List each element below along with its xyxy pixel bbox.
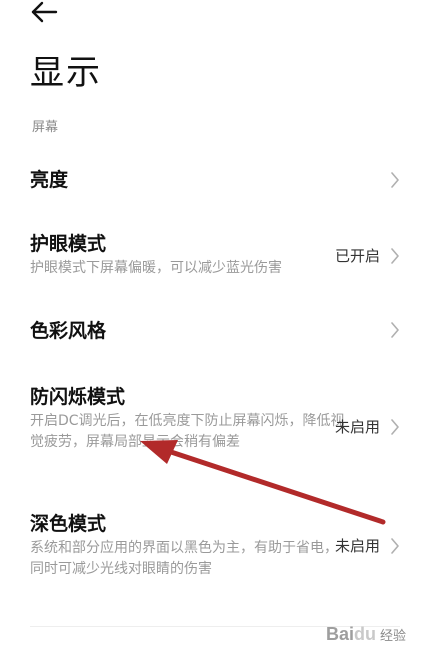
dark-mode-description: 系统和部分应用的界面以黑色为主，有助于省电，同时可减少光线对眼睛的伤害 — [30, 540, 338, 577]
anti-flicker-mode-description: 开启DC调光后，在低亮度下防止屏幕闪烁，降低视觉疲劳，屏幕局部显示会稍有偏差 — [30, 413, 345, 450]
chevron-right-icon — [391, 419, 399, 435]
chevron-right-icon — [391, 172, 399, 188]
page-title: 显示 — [30, 53, 102, 93]
anti-flicker-mode-status: 未启用 — [334, 418, 380, 436]
dark-mode-row[interactable]: 深色模式 系统和部分应用的界面以黑色为主，有助于省电，同时可减少光线对眼睛的伤害… — [0, 508, 428, 583]
watermark-site-text: 经验 — [379, 629, 406, 644]
watermark: Baidu 经验 — [326, 624, 406, 645]
anti-flicker-mode-title: 防闪烁模式 — [30, 386, 126, 408]
watermark-logo: Baidu — [326, 624, 376, 645]
color-style-row[interactable]: 色彩风格 — [0, 312, 428, 352]
color-style-title: 色彩风格 — [30, 320, 107, 342]
dark-mode-status: 未启用 — [334, 537, 380, 555]
chevron-right-icon — [391, 322, 399, 338]
eye-care-mode-status: 已开启 — [334, 247, 380, 265]
eye-care-mode-title: 护眼模式 — [30, 233, 107, 255]
back-arrow-icon — [31, 1, 58, 23]
brightness-title: 亮度 — [30, 169, 69, 191]
watermark-brand-suffix: du — [353, 624, 376, 644]
section-header-screen: 屏幕 — [32, 120, 59, 135]
watermark-brand-text: Bai — [325, 624, 354, 644]
display-settings-screen: { "header": { "back_icon": "back-arrow-i… — [0, 0, 428, 659]
anti-flicker-mode-row[interactable]: 防闪烁模式 开启DC调光后，在低亮度下防止屏幕闪烁，降低视觉疲劳，屏幕局部显示会… — [0, 380, 428, 475]
chevron-right-icon — [391, 538, 399, 554]
dark-mode-title: 深色模式 — [30, 513, 107, 535]
eye-care-mode-description: 护眼模式下屏幕偏暖，可以减少蓝光伤害 — [30, 260, 282, 276]
back-button[interactable] — [20, 0, 68, 26]
chevron-right-icon — [391, 248, 399, 264]
eye-care-mode-row[interactable]: 护眼模式 护眼模式下屏幕偏暖，可以减少蓝光伤害 已开启 — [0, 228, 428, 286]
brightness-row[interactable]: 亮度 — [0, 160, 428, 200]
